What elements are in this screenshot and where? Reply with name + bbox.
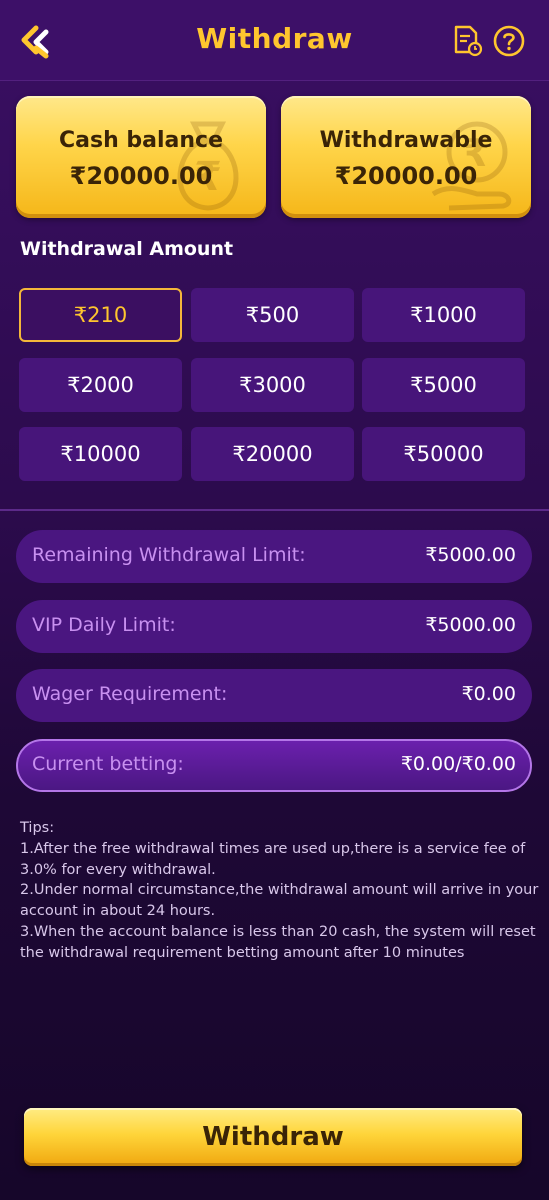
vip-daily-limit-row: VIP Daily Limit: ₹5000.00: [16, 600, 532, 653]
vip-daily-limit-label: VIP Daily Limit:: [32, 614, 176, 636]
amount-option[interactable]: ₹3000: [191, 358, 354, 412]
current-betting-value: ₹0.00/₹0.00: [400, 753, 516, 775]
wager-requirement-value: ₹0.00: [461, 683, 516, 705]
amount-option[interactable]: ₹500: [191, 288, 354, 342]
amount-option[interactable]: ₹2000: [19, 358, 182, 412]
tips-section: Tips: 1.After the free withdrawal times …: [20, 818, 540, 964]
withdrawal-amount-heading: Withdrawal Amount: [20, 238, 234, 260]
section-divider: [0, 509, 549, 511]
amount-option[interactable]: ₹20000: [191, 427, 354, 481]
cash-balance-card: ₹ Cash balance ₹20000.00: [16, 96, 266, 218]
tip-line: 1.After the free withdrawal times are us…: [20, 840, 526, 878]
withdrawable-card: ₹ Withdrawable ₹20000.00: [281, 96, 531, 218]
tip-line: 3.When the account balance is less than …: [20, 923, 536, 961]
top-bar: Withdraw: [0, 0, 549, 81]
amount-option[interactable]: ₹10000: [19, 427, 182, 481]
amount-option[interactable]: ₹5000: [362, 358, 525, 412]
withdrawable-label: Withdrawable: [319, 128, 493, 153]
withdraw-button[interactable]: Withdraw: [24, 1108, 522, 1166]
wager-requirement-label: Wager Requirement:: [32, 683, 228, 705]
remaining-limit-label: Remaining Withdrawal Limit:: [32, 544, 306, 566]
cash-balance-value: ₹20000.00: [69, 162, 213, 190]
document-clock-icon[interactable]: [450, 24, 484, 58]
wager-requirement-row: Wager Requirement: ₹0.00: [16, 669, 532, 722]
tips-heading: Tips:: [20, 820, 55, 836]
help-circle-icon[interactable]: [492, 24, 526, 58]
withdrawable-value: ₹20000.00: [334, 162, 478, 190]
remaining-limit-row: Remaining Withdrawal Limit: ₹5000.00: [16, 530, 532, 583]
amount-option-selected[interactable]: ₹210: [19, 288, 182, 342]
tip-line: 2.Under normal circumstance,the withdraw…: [20, 882, 539, 920]
vip-daily-limit-value: ₹5000.00: [425, 614, 516, 636]
cash-balance-label: Cash balance: [58, 128, 223, 153]
amount-option[interactable]: ₹50000: [362, 427, 525, 481]
current-betting-label: Current betting:: [32, 753, 184, 775]
remaining-limit-value: ₹5000.00: [425, 544, 516, 566]
amount-option[interactable]: ₹1000: [362, 288, 525, 342]
current-betting-row: Current betting: ₹0.00/₹0.00: [16, 739, 532, 792]
